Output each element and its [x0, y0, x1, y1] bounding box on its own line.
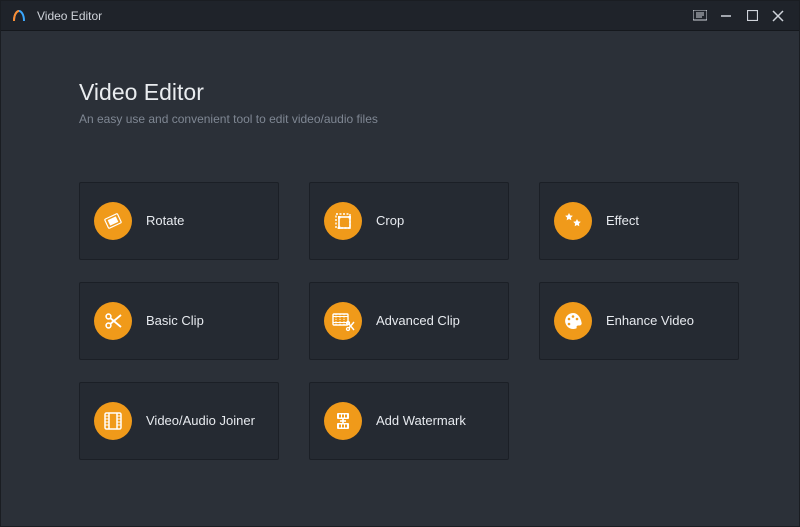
page-subtitle: An easy use and convenient tool to edit …: [79, 112, 737, 126]
app-logo-icon: [11, 8, 27, 24]
main-content: Video Editor An easy use and convenient …: [1, 31, 799, 526]
rotate-tile[interactable]: Rotate: [79, 182, 279, 260]
maximize-icon: [747, 10, 758, 21]
close-icon: [772, 10, 784, 22]
watermark-tile[interactable]: Add Watermark: [309, 382, 509, 460]
tile-label: Effect: [606, 213, 639, 229]
joiner-icon: [94, 402, 132, 440]
tile-label: Advanced Clip: [376, 313, 460, 329]
tile-label: Crop: [376, 213, 404, 229]
palette-icon: [554, 302, 592, 340]
crop-tile[interactable]: Crop: [309, 182, 509, 260]
page-title: Video Editor: [79, 79, 737, 106]
tile-label: Rotate: [146, 213, 184, 229]
crop-icon: [324, 202, 362, 240]
app-title: Video Editor: [37, 9, 102, 23]
minimize-icon: [720, 10, 732, 22]
effect-icon: [554, 202, 592, 240]
basic-clip-tile[interactable]: Basic Clip: [79, 282, 279, 360]
minimize-button[interactable]: [713, 3, 739, 29]
app-window: Video Editor Vid: [0, 0, 800, 527]
titlebar: Video Editor: [1, 1, 799, 31]
maximize-button[interactable]: [739, 3, 765, 29]
scissors-icon: [94, 302, 132, 340]
rotate-icon: [94, 202, 132, 240]
enhance-video-tile[interactable]: Enhance Video: [539, 282, 739, 360]
tool-grid: Rotate Crop: [79, 182, 737, 460]
tile-label: Video/Audio Joiner: [146, 413, 255, 429]
advanced-clip-icon: [324, 302, 362, 340]
watermark-icon: [324, 402, 362, 440]
tile-label: Enhance Video: [606, 313, 694, 329]
menu-button[interactable]: [687, 3, 713, 29]
tile-label: Basic Clip: [146, 313, 204, 329]
advanced-clip-tile[interactable]: Advanced Clip: [309, 282, 509, 360]
close-button[interactable]: [765, 3, 791, 29]
effect-tile[interactable]: Effect: [539, 182, 739, 260]
joiner-tile[interactable]: Video/Audio Joiner: [79, 382, 279, 460]
menu-icon: [693, 10, 707, 22]
tile-label: Add Watermark: [376, 413, 466, 429]
